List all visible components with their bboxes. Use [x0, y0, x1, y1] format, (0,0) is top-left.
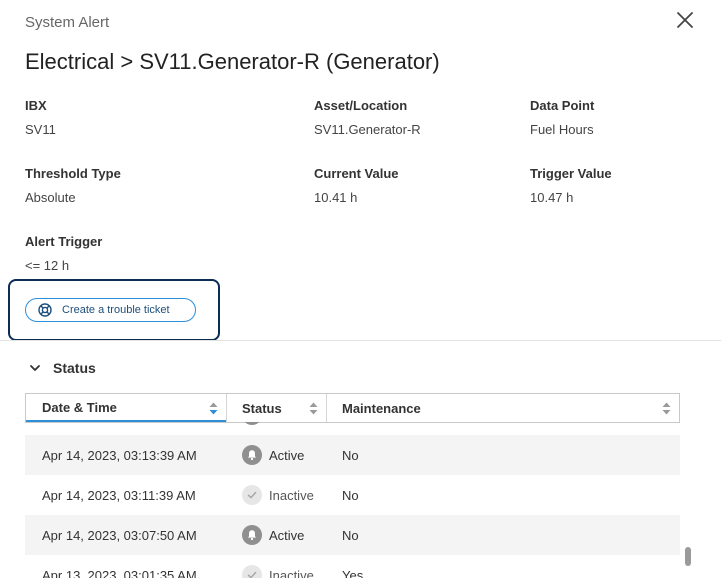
sort-icon: [662, 402, 671, 415]
column-header-maintenance-label: Maintenance: [342, 400, 421, 416]
table-row[interactable]: [25, 422, 680, 435]
close-button[interactable]: [673, 8, 697, 32]
table-row[interactable]: Apr 13, 2023, 03:01:35 AM Inactive Yes: [25, 555, 680, 578]
table-row[interactable]: Apr 14, 2023, 03:11:39 AM Inactive No: [25, 475, 680, 515]
check-icon: [242, 565, 262, 578]
column-header-datetime-label: Date & Time: [42, 399, 117, 415]
alert-trigger-value: <= 12 h: [25, 258, 70, 273]
row-datetime: Apr 14, 2023, 03:11:39 AM: [42, 487, 196, 503]
bell-icon: [242, 445, 262, 465]
threshold-type-value: Absolute: [25, 190, 76, 205]
alert-trigger-label: Alert Trigger: [25, 234, 103, 249]
asset-label: Asset/Location: [314, 98, 408, 113]
row-status: Inactive: [269, 567, 314, 578]
row-status: Inactive: [269, 487, 314, 503]
close-icon: [677, 12, 693, 28]
row-datetime: Apr 14, 2023, 03:07:50 AM: [42, 527, 197, 543]
dialog-label: System Alert: [25, 14, 110, 31]
row-maintenance: No: [342, 527, 359, 543]
create-ticket-button[interactable]: Create a trouble ticket: [25, 298, 196, 322]
row-maintenance: No: [342, 447, 359, 463]
chevron-down-icon: [30, 365, 40, 371]
section-divider: [0, 340, 721, 341]
table-scrollbar-thumb[interactable]: [685, 547, 691, 566]
status-table: Date & Time Status Maintenance Apr 14, 2…: [25, 393, 696, 578]
row-datetime: Apr 13, 2023, 03:01:35 AM: [42, 567, 197, 578]
data-point-value: Fuel Hours: [530, 122, 594, 137]
trigger-value-label: Trigger Value: [530, 166, 612, 181]
create-ticket-label: Create a trouble ticket: [62, 304, 170, 316]
row-status: Active: [269, 527, 305, 543]
row-maintenance: Yes: [342, 567, 364, 578]
sort-icon: [309, 402, 318, 415]
current-value-value: 10.41 h: [314, 190, 358, 205]
bell-icon: [242, 422, 262, 425]
asset-value: SV11.Generator-R: [314, 122, 421, 137]
row-maintenance: No: [342, 487, 359, 503]
column-header-status-label: Status: [242, 400, 282, 416]
data-point-label: Data Point: [530, 98, 595, 113]
check-icon: [242, 485, 262, 505]
trigger-value-value: 10.47 h: [530, 190, 574, 205]
column-header-status[interactable]: Status: [227, 394, 326, 422]
table-header: Date & Time Status Maintenance: [25, 393, 680, 423]
column-header-maintenance[interactable]: Maintenance: [327, 394, 679, 422]
row-status: Active: [269, 447, 305, 463]
bell-icon: [242, 525, 262, 545]
status-collapse-toggle[interactable]: [28, 361, 42, 375]
table-row[interactable]: Apr 14, 2023, 03:07:50 AM Active No: [25, 515, 680, 555]
sort-icon: [209, 402, 218, 415]
ibx-value: SV11: [25, 122, 56, 137]
page-title: Electrical > SV11.Generator-R (Generator…: [25, 49, 440, 74]
ibx-label: IBX: [25, 98, 47, 113]
column-header-datetime[interactable]: Date & Time: [26, 394, 226, 422]
row-datetime: Apr 14, 2023, 03:13:39 AM: [42, 447, 197, 463]
lifebuoy-icon: [38, 303, 52, 317]
status-section-title: Status: [53, 360, 96, 376]
table-row[interactable]: Apr 14, 2023, 03:13:39 AM Active No: [25, 435, 680, 475]
table-body: Apr 14, 2023, 03:13:39 AM Active No Apr …: [25, 422, 680, 578]
current-value-label: Current Value: [314, 166, 399, 181]
threshold-type-label: Threshold Type: [25, 166, 121, 181]
